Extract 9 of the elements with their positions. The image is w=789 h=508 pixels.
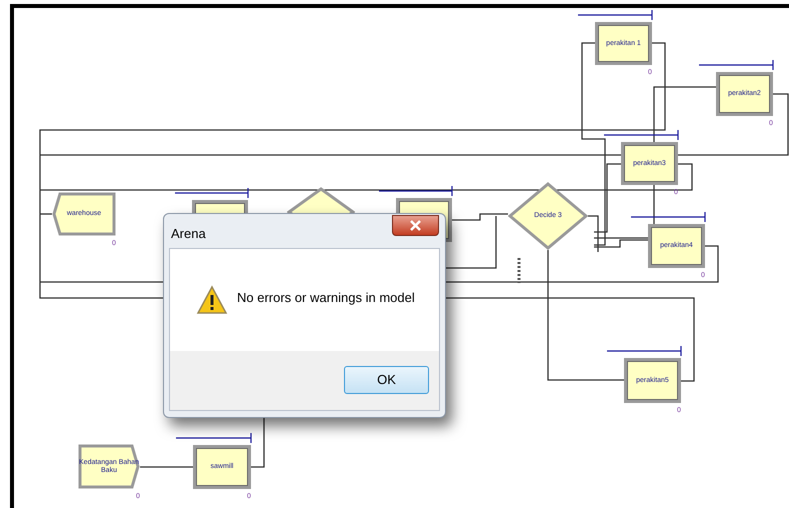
warning-icon [196,285,228,315]
close-icon [410,220,421,231]
ok-button[interactable]: OK [344,366,429,394]
dialog-title: Arena [171,225,206,243]
dialog-message: No errors or warnings in model [237,289,415,308]
connector-line [251,418,265,468]
connector-line [140,466,193,468]
close-button[interactable] [392,215,439,236]
connection-point-marks [518,258,520,283]
